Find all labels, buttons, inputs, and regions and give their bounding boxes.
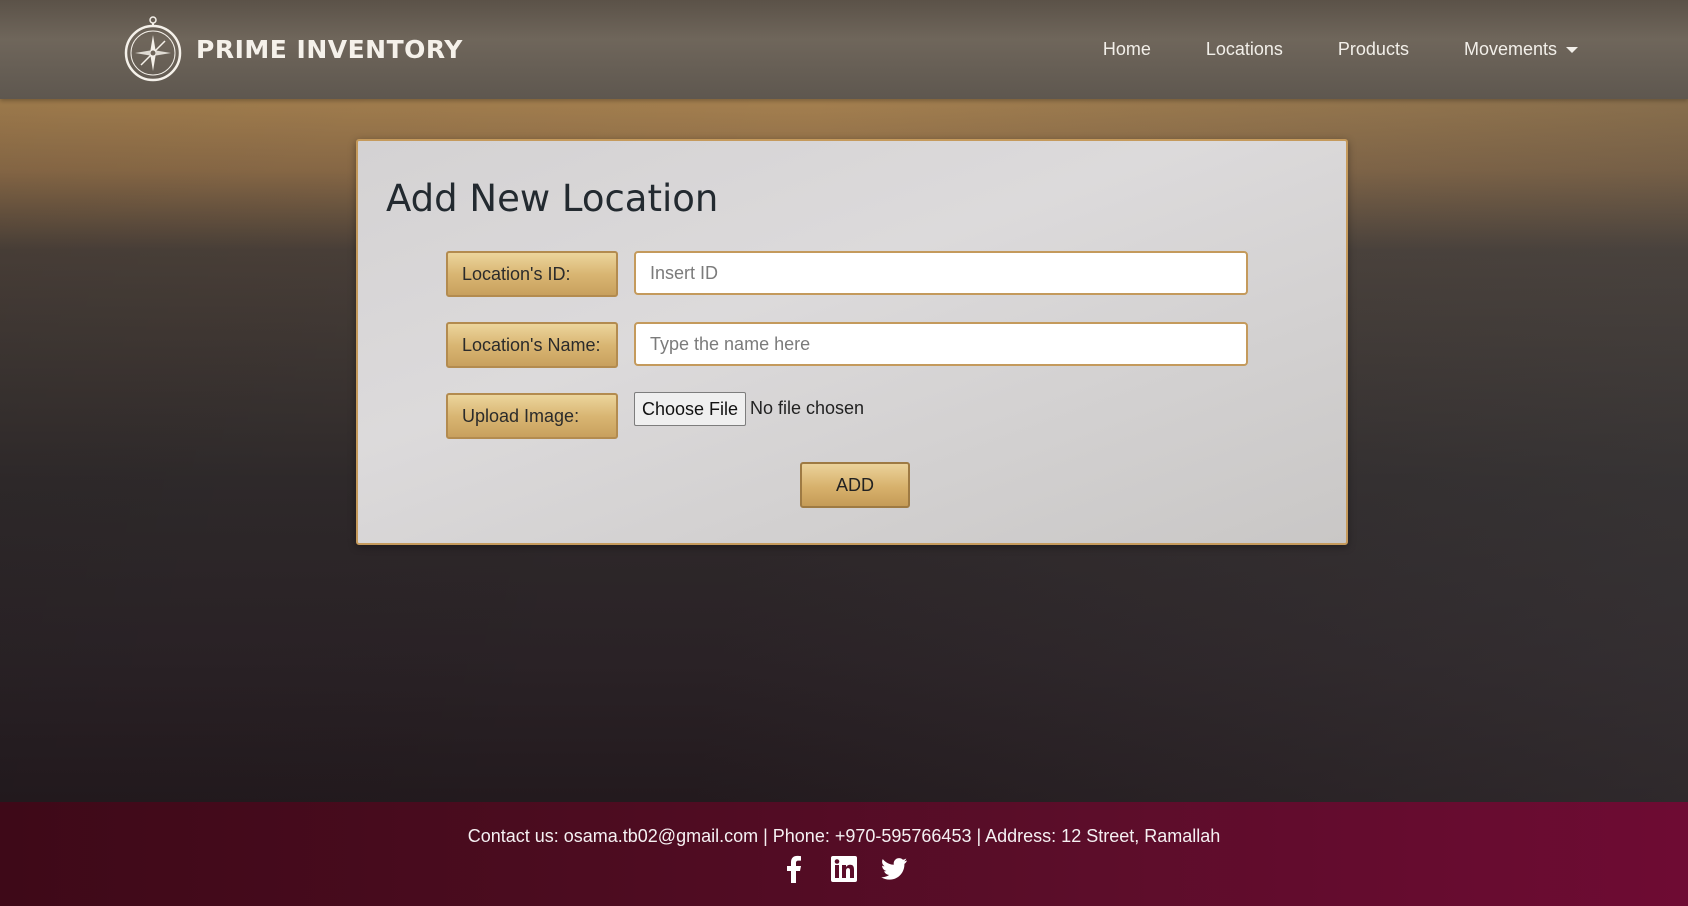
nav-locations[interactable]: Locations — [1206, 39, 1283, 60]
location-name-label: Location's Name: — [446, 322, 618, 368]
brand[interactable]: PRIME INVENTORY — [124, 16, 463, 82]
main-nav: Home Locations Products Movements — [1048, 0, 1578, 99]
upload-image-label: Upload Image: — [446, 393, 618, 439]
nav-products[interactable]: Products — [1338, 39, 1409, 60]
location-name-input[interactable] — [634, 322, 1248, 366]
linkedin-icon[interactable] — [829, 854, 859, 884]
social-links — [0, 854, 1688, 884]
nav-movements-dropdown[interactable]: Movements — [1464, 39, 1578, 60]
contact-info: Contact us: osama.tb02@gmail.com | Phone… — [467, 826, 1221, 846]
caret-down-icon — [1566, 46, 1578, 53]
nav-home[interactable]: Home — [1103, 39, 1151, 60]
footer: Contact us: osama.tb02@gmail.com | Phone… — [0, 802, 1688, 906]
twitter-icon[interactable] — [879, 854, 909, 884]
brand-name: PRIME INVENTORY — [196, 34, 463, 64]
nav-movements-label: Movements — [1463, 39, 1557, 59]
page-title: Add New Location — [386, 177, 719, 220]
compass-icon — [124, 16, 182, 82]
add-button[interactable]: ADD — [800, 462, 910, 508]
file-status: No file chosen — [750, 398, 865, 418]
location-id-label: Location's ID: — [446, 251, 618, 297]
facebook-icon[interactable] — [779, 854, 809, 884]
navbar: PRIME INVENTORY Home Locations Products … — [0, 0, 1688, 99]
location-id-input[interactable] — [634, 251, 1248, 295]
add-location-card: Add New Location Location's ID: Location… — [356, 139, 1348, 545]
choose-file-button[interactable]: Choose File — [634, 392, 747, 426]
